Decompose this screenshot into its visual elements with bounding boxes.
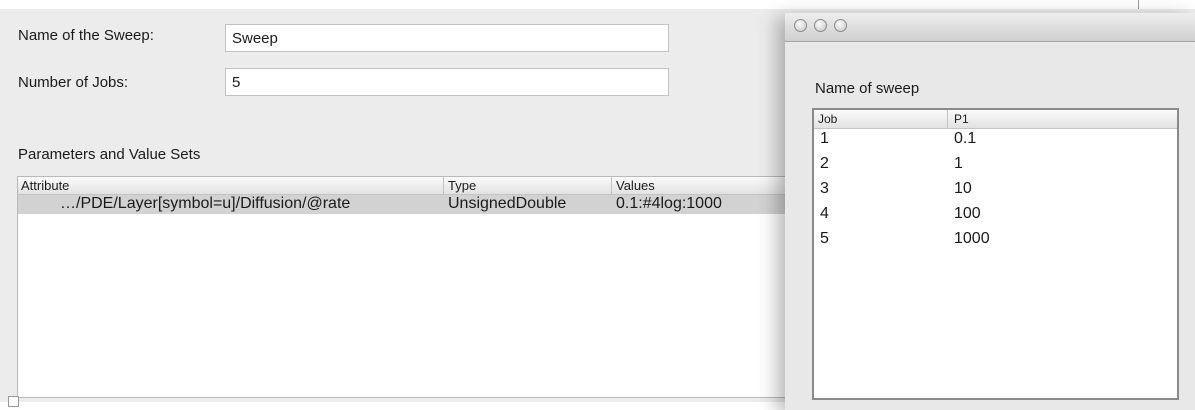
minimize-button[interactable] [814,19,827,32]
job-cell: 2 [820,155,829,172]
zoom-button[interactable] [834,19,847,32]
parameters-table[interactable]: Attribute Type Values …/PDE/Layer[symbol… [17,176,817,398]
table-row[interactable]: 4 100 [814,205,1177,229]
p1-cell: 1 [954,155,963,172]
jobs-table-header: Job P1 [814,110,1177,129]
checkbox[interactable] [8,396,19,407]
column-header-p1[interactable]: P1 [954,112,969,126]
column-header-attribute[interactable]: Attribute [21,178,69,193]
table-row[interactable]: 3 10 [814,180,1177,204]
jobs-table[interactable]: Job P1 1 0.1 2 1 3 10 4 100 5 1000 [812,108,1179,400]
sweep-name-heading: Name of sweep [815,80,920,97]
sweep-name-label: Name of the Sweep: [18,27,154,44]
p1-cell: 1000 [954,230,990,247]
number-of-jobs-label: Number of Jobs: [18,74,129,91]
column-separator [443,177,444,194]
table-row[interactable]: 1 0.1 [814,130,1177,154]
number-of-jobs-input[interactable] [225,68,669,96]
column-separator [947,110,948,128]
attribute-cell: …/PDE/Layer[symbol=u]/Diffusion/@rate [60,195,351,212]
p1-cell: 0.1 [954,130,977,147]
table-row[interactable]: 5 1000 [814,230,1177,254]
sweep-preview-window: Name of sweep Job P1 1 0.1 2 1 3 10 4 10… [785,13,1195,410]
column-header-values[interactable]: Values [616,178,655,193]
column-separator [611,177,612,194]
parameters-table-header: Attribute Type Values [18,177,816,195]
p1-cell: 10 [954,180,972,197]
top-border [0,0,1195,9]
job-cell: 1 [820,130,829,147]
p1-cell: 100 [954,205,981,222]
divider [1138,0,1139,9]
window-titlebar[interactable] [785,13,1195,42]
job-cell: 4 [820,205,829,222]
sweep-name-input[interactable] [225,24,669,52]
values-cell: 0.1:#4log:1000 [616,195,722,212]
table-row[interactable]: …/PDE/Layer[symbol=u]/Diffusion/@rate Un… [18,195,816,214]
job-cell: 3 [820,180,829,197]
column-header-type[interactable]: Type [448,178,476,193]
parameters-section-title: Parameters and Value Sets [18,146,201,163]
job-cell: 5 [820,230,829,247]
close-button[interactable] [794,19,807,32]
type-cell: UnsignedDouble [448,195,567,212]
table-row[interactable]: 2 1 [814,155,1177,179]
column-header-job[interactable]: Job [818,112,837,126]
